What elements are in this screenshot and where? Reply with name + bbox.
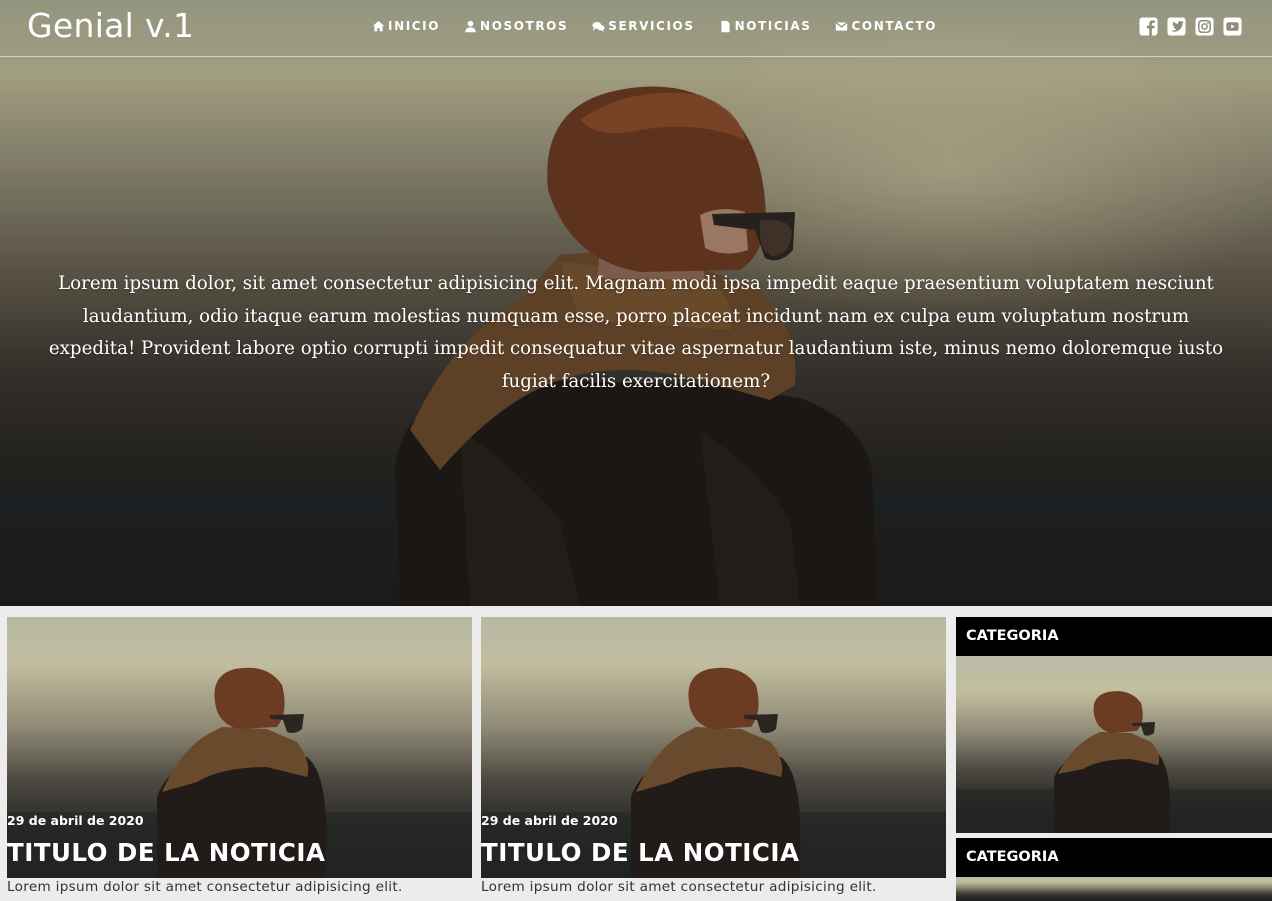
news-card-image: 29 de abril de 2020 TITULO DE LA NOTICIA bbox=[7, 617, 472, 878]
category-heading[interactable]: CATEGORIA bbox=[956, 838, 1272, 877]
brand-logo[interactable]: Genial v.1 bbox=[27, 6, 194, 45]
news-card[interactable]: 29 de abril de 2020 TITULO DE LA NOTICIA… bbox=[7, 617, 472, 901]
news-card-image: 29 de abril de 2020 TITULO DE LA NOTICIA bbox=[481, 617, 946, 878]
category-photo bbox=[956, 691, 1272, 833]
user-icon bbox=[465, 20, 476, 32]
facebook-icon[interactable] bbox=[1139, 17, 1158, 36]
news-card[interactable]: 29 de abril de 2020 TITULO DE LA NOTICIA… bbox=[481, 617, 946, 901]
nav-item-inicio[interactable]: INICIO bbox=[372, 19, 440, 33]
nav-item-servicios[interactable]: SERVICIOS bbox=[592, 19, 694, 33]
news-title[interactable]: TITULO DE LA NOTICIA bbox=[7, 838, 325, 867]
news-excerpt: Lorem ipsum dolor sit amet consectetur a… bbox=[7, 879, 403, 895]
file-icon bbox=[721, 20, 730, 32]
nav-label: SERVICIOS bbox=[608, 19, 695, 33]
sidebar-category-block: CATEGORIA bbox=[956, 617, 1272, 833]
comments-icon bbox=[592, 21, 605, 32]
youtube-icon[interactable] bbox=[1223, 17, 1242, 36]
twitter-icon[interactable] bbox=[1167, 17, 1186, 36]
social-links bbox=[1139, 17, 1242, 36]
main-nav: INICIO NOSOTROS SERVICIOS NOTICIAS CONTA… bbox=[372, 19, 937, 33]
home-icon bbox=[372, 20, 385, 31]
site-header: Genial v.1 INICIO NOSOTROS SERVICIOS NOT… bbox=[0, 0, 1272, 57]
nav-item-noticias[interactable]: NOTICIAS bbox=[719, 19, 812, 33]
nav-label: CONTACTO bbox=[851, 19, 938, 33]
category-image[interactable] bbox=[956, 877, 1272, 901]
nav-label: INICIO bbox=[388, 19, 441, 33]
sidebar-category-block: CATEGORIA bbox=[956, 838, 1272, 901]
envelope-icon bbox=[836, 21, 848, 31]
news-date: 29 de abril de 2020 bbox=[481, 813, 618, 828]
nav-label: NOSOTROS bbox=[480, 19, 569, 33]
nav-item-nosotros[interactable]: NOSOTROS bbox=[464, 19, 568, 33]
nav-label: NOTICIAS bbox=[734, 19, 812, 33]
category-heading[interactable]: CATEGORIA bbox=[956, 617, 1272, 656]
news-title[interactable]: TITULO DE LA NOTICIA bbox=[481, 838, 799, 867]
category-image[interactable] bbox=[956, 656, 1272, 833]
hero-section: Lorem ipsum dolor, sit amet consectetur … bbox=[0, 0, 1272, 606]
news-excerpt: Lorem ipsum dolor sit amet consectetur a… bbox=[481, 879, 877, 895]
instagram-icon[interactable] bbox=[1195, 17, 1214, 36]
news-date: 29 de abril de 2020 bbox=[7, 813, 144, 828]
nav-item-contacto[interactable]: CONTACTO bbox=[835, 19, 937, 33]
hero-text: Lorem ipsum dolor, sit amet consectetur … bbox=[48, 273, 1224, 392]
